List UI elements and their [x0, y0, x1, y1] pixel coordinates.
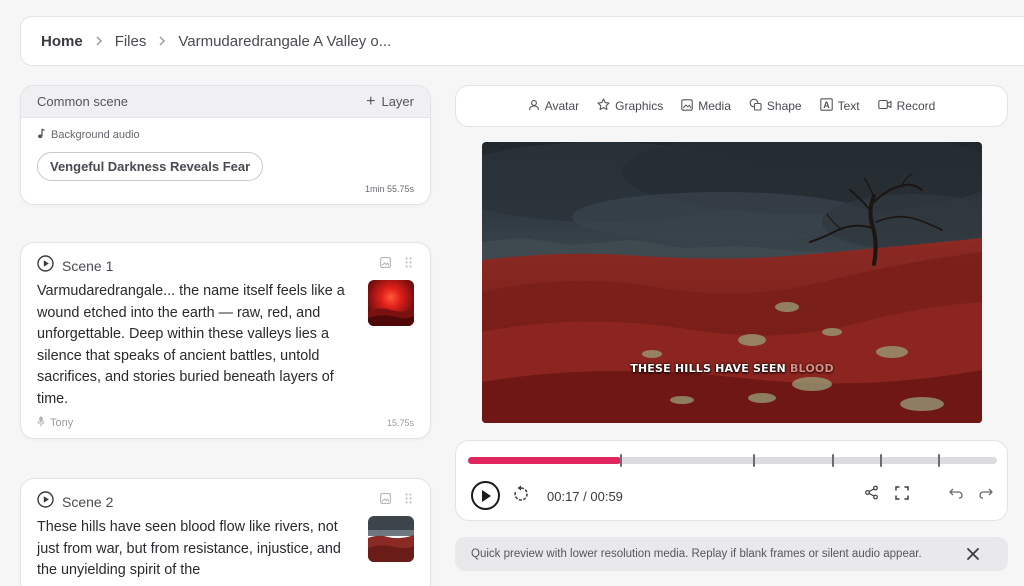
- scene-footer: Tony 15.75s: [37, 416, 414, 430]
- timeline-track[interactable]: [468, 454, 997, 467]
- time-display: 00:17 / 00:59: [547, 489, 623, 504]
- add-layer-button[interactable]: + Layer: [366, 92, 414, 110]
- text-box-icon: A: [819, 98, 833, 114]
- drag-handle-icon[interactable]: [405, 255, 412, 273]
- scene-marker[interactable]: [937, 454, 940, 467]
- microphone-icon: [37, 416, 45, 430]
- player-actions: [864, 485, 993, 505]
- add-layer-label: Layer: [381, 94, 414, 109]
- scene-title: Scene 1: [62, 258, 114, 274]
- video-camera-icon: [877, 99, 892, 113]
- text-tool[interactable]: A Text: [819, 98, 860, 114]
- scene-script-text[interactable]: These hills have seen blood flow like ri…: [37, 517, 347, 582]
- scene-header: Scene 2: [37, 491, 430, 513]
- play-button[interactable]: [471, 481, 500, 510]
- timeline-progress: [468, 457, 622, 464]
- chevron-right-icon: [95, 36, 103, 46]
- record-label: Record: [896, 99, 936, 113]
- plus-icon: +: [366, 92, 376, 110]
- scene-card[interactable]: Scene 1 Varmudaredrangale... the name it…: [20, 242, 431, 439]
- common-scene-title: Common scene: [37, 94, 129, 109]
- image-icon[interactable]: [380, 255, 391, 273]
- fullscreen-icon[interactable]: [895, 485, 909, 505]
- undo-icon[interactable]: [949, 486, 963, 504]
- scene-marker[interactable]: [620, 454, 623, 467]
- insert-toolbar: Avatar Graphics Media Shape A Text Recor…: [455, 85, 1008, 127]
- play-icon: [481, 489, 491, 502]
- person-icon: [528, 99, 540, 114]
- breadcrumb-current: Varmudaredrangale A Valley o...: [178, 32, 392, 50]
- player-controls: 00:17 / 00:59: [455, 440, 1008, 521]
- chevron-right-icon: [158, 36, 166, 46]
- avatar-label: Avatar: [544, 99, 580, 113]
- avatar-tool[interactable]: Avatar: [528, 99, 579, 114]
- redo-icon[interactable]: [979, 486, 993, 504]
- scene-duration: 15.75s: [386, 418, 414, 428]
- common-scene-duration: 1min 55.75s: [364, 184, 414, 194]
- notice-text: Quick preview with lower resolution medi…: [471, 548, 922, 560]
- preview-notice: Quick preview with lower resolution medi…: [455, 537, 1008, 571]
- svg-text:A: A: [823, 100, 830, 110]
- scene-thumbnail[interactable]: [368, 516, 414, 562]
- image-icon[interactable]: [380, 491, 391, 509]
- preview-frame-image: [482, 142, 982, 423]
- replay-icon[interactable]: [512, 485, 530, 508]
- shape-label: Shape: [766, 99, 802, 113]
- shape-tool[interactable]: Shape: [749, 98, 802, 114]
- breadcrumb: Home Files Varmudaredrangale A Valley o.…: [20, 16, 1024, 66]
- media-tool[interactable]: Media: [681, 98, 731, 114]
- narrator-name: Tony: [50, 417, 74, 429]
- video-preview[interactable]: THESE HILLS HAVE SEEN BLOOD: [482, 142, 982, 423]
- image-icon: [681, 98, 693, 114]
- share-icon[interactable]: [864, 485, 879, 505]
- audio-track-chip[interactable]: Vengeful Darkness Reveals Fear: [37, 152, 264, 181]
- narrator[interactable]: Tony: [37, 416, 73, 430]
- scene-script-text[interactable]: Varmudaredrangale... the name itself fee…: [37, 281, 347, 410]
- play-circle-icon[interactable]: [37, 491, 54, 513]
- background-audio-row: Background audio: [37, 128, 430, 142]
- scene-marker[interactable]: [752, 454, 755, 467]
- shapes-icon: [749, 98, 762, 114]
- graphics-label: Graphics: [615, 99, 664, 113]
- breadcrumb-home[interactable]: Home: [41, 33, 83, 50]
- scene-marker[interactable]: [879, 454, 882, 467]
- scene-thumbnail[interactable]: [368, 280, 414, 326]
- scene-tools: [380, 255, 412, 273]
- scene-tools: [380, 491, 412, 509]
- drag-handle-icon[interactable]: [405, 491, 412, 509]
- breadcrumb-files[interactable]: Files: [115, 33, 147, 50]
- scene-marker[interactable]: [832, 454, 834, 467]
- graphics-tool[interactable]: Graphics: [597, 98, 663, 114]
- play-circle-icon[interactable]: [37, 255, 54, 277]
- music-note-icon: [37, 128, 45, 142]
- scene-header: Scene 1: [37, 255, 430, 277]
- graphics-icon: [597, 98, 610, 114]
- caption-dim: BLOOD: [789, 362, 834, 375]
- record-tool[interactable]: Record: [877, 99, 936, 113]
- text-label: Text: [837, 99, 860, 113]
- scene-title: Scene 2: [62, 494, 114, 510]
- media-label: Media: [698, 99, 731, 113]
- common-scene-card: Common scene + Layer Background audio Ve…: [20, 85, 431, 205]
- caption-main: THESE HILLS HAVE SEEN: [630, 362, 786, 375]
- common-scene-header: Common scene + Layer: [21, 86, 430, 118]
- close-icon[interactable]: [964, 545, 982, 566]
- preview-caption: THESE HILLS HAVE SEEN BLOOD: [482, 362, 982, 375]
- scene-card[interactable]: Scene 2 These hills have seen blood flow…: [20, 478, 431, 586]
- background-audio-label: Background audio: [51, 129, 140, 141]
